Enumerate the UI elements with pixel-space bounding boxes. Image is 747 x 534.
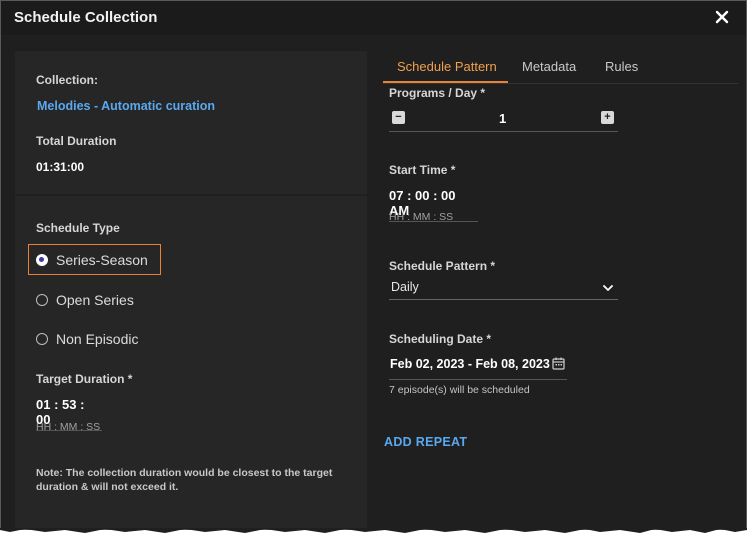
scheduling-date-input[interactable]: Feb 02, 2023 - Feb 08, 2023 bbox=[389, 353, 567, 380]
schedule-type-label: Schedule Type bbox=[36, 221, 120, 235]
radio-open-series[interactable]: Open Series bbox=[36, 292, 134, 308]
increment-button[interactable]: + bbox=[601, 111, 614, 124]
collection-name-link[interactable]: Melodies - Automatic curation bbox=[37, 99, 215, 113]
radio-checked-icon[interactable] bbox=[36, 254, 48, 266]
torn-edge-decoration bbox=[0, 528, 747, 533]
radio-label: Non Episodic bbox=[56, 331, 139, 347]
target-duration-format-hint: HH : MM : SS bbox=[36, 421, 101, 433]
programs-per-day-label: Programs / Day * bbox=[389, 86, 486, 100]
tab-rules[interactable]: Rules bbox=[605, 59, 638, 74]
duration-note: Note: The collection duration would be c… bbox=[36, 467, 333, 493]
radio-unchecked-icon[interactable] bbox=[36, 333, 48, 345]
tab-bar: Schedule Pattern Metadata Rules bbox=[383, 53, 738, 84]
schedule-pattern-select[interactable]: Daily bbox=[389, 278, 618, 300]
calendar-icon[interactable] bbox=[552, 357, 565, 370]
radio-non-episodic[interactable]: Non Episodic bbox=[36, 331, 139, 347]
radio-label: Open Series bbox=[56, 292, 134, 308]
tab-schedule-pattern[interactable]: Schedule Pattern bbox=[397, 59, 497, 74]
decrement-button[interactable]: − bbox=[392, 111, 405, 124]
scheduling-date-value: Feb 02, 2023 - Feb 08, 2023 bbox=[390, 357, 550, 371]
collection-label: Collection: bbox=[36, 73, 98, 87]
total-duration-label: Total Duration bbox=[36, 134, 117, 148]
dialog-title: Schedule Collection bbox=[14, 9, 158, 26]
programs-per-day-stepper[interactable]: − 1 + bbox=[389, 107, 618, 132]
episodes-scheduled-info: 7 episode(s) will be scheduled bbox=[389, 384, 530, 396]
target-duration-label: Target Duration * bbox=[36, 372, 133, 386]
start-time-format-hint: HH : MM : SS bbox=[389, 211, 454, 223]
total-duration-value: 01:31:00 bbox=[36, 160, 85, 174]
radio-unchecked-icon[interactable] bbox=[36, 294, 48, 306]
active-tab-indicator bbox=[383, 81, 508, 83]
dialog-titlebar: Schedule Collection bbox=[1, 1, 746, 35]
schedule-collection-dialog: Schedule Collection Collection: Melodies… bbox=[0, 0, 747, 530]
tab-metadata[interactable]: Metadata bbox=[522, 59, 576, 74]
start-time-label: Start Time * bbox=[389, 163, 456, 177]
scheduling-date-label: Scheduling Date * bbox=[389, 332, 492, 346]
add-repeat-button[interactable]: ADD REPEAT bbox=[384, 435, 467, 449]
close-icon[interactable] bbox=[712, 7, 732, 27]
programs-per-day-value[interactable]: 1 bbox=[499, 111, 506, 126]
chevron-down-icon[interactable] bbox=[602, 282, 614, 294]
schedule-pattern-label: Schedule Pattern * bbox=[389, 259, 496, 273]
radio-label: Series-Season bbox=[56, 252, 148, 268]
schedule-pattern-value: Daily bbox=[391, 280, 419, 294]
radio-series-season[interactable]: Series-Season bbox=[36, 252, 148, 268]
